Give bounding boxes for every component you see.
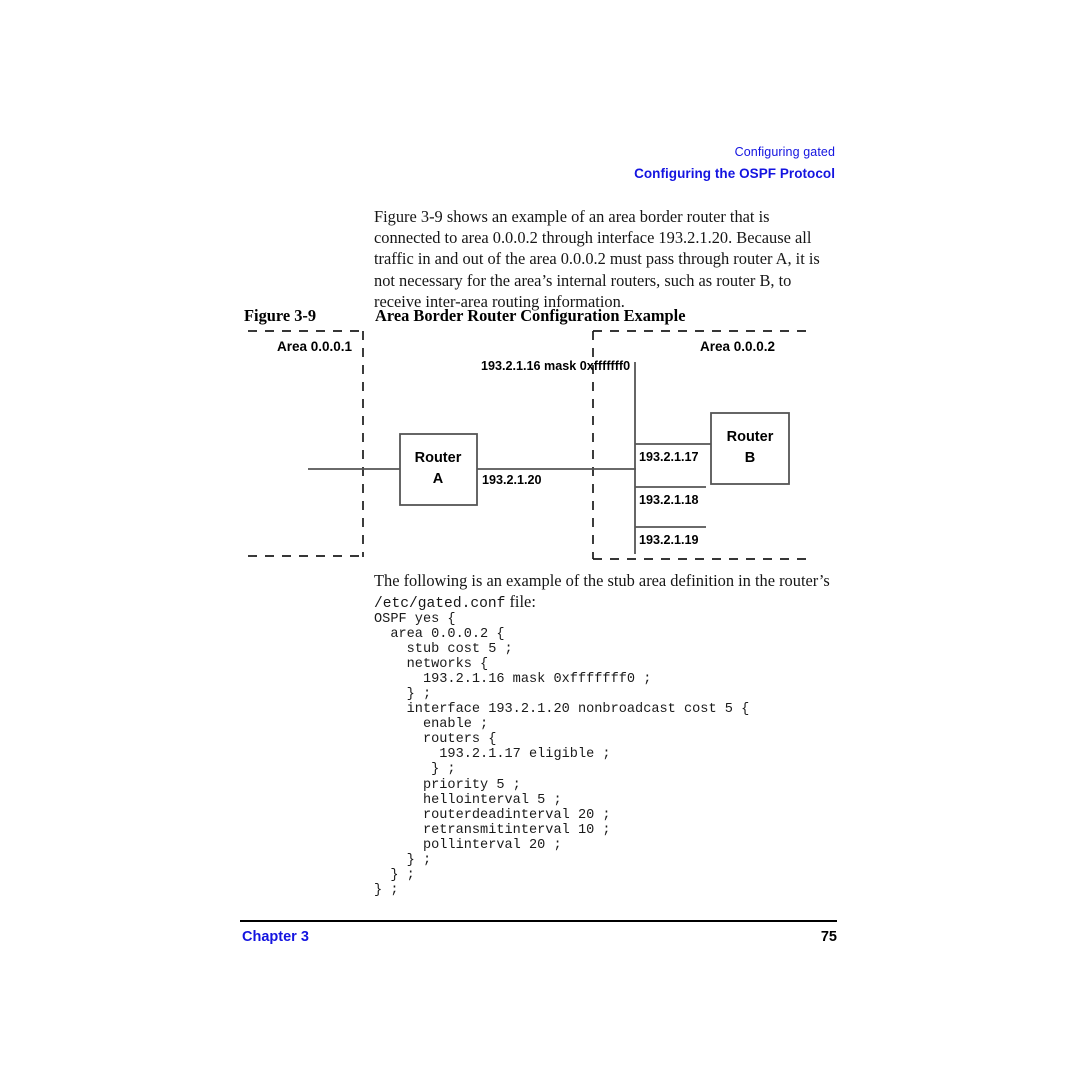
router-b-box <box>710 412 790 485</box>
stub-paragraph-text-after: file: <box>505 592 536 612</box>
interface-a-label: 193.2.1.20 <box>482 473 542 487</box>
stub-paragraph-block: The following is an example of the stub … <box>374 570 837 615</box>
intro-paragraph: Figure 3-9 shows an example of an area b… <box>374 207 820 311</box>
running-head-book-title: Configuring gated <box>734 145 835 159</box>
interface-19-label: 193.2.1.19 <box>639 533 699 547</box>
running-head-section-title: Configuring the OSPF Protocol <box>634 166 835 182</box>
footer-chapter-label: Chapter 3 <box>242 929 309 945</box>
gated-conf-filename: /etc/gated.conf <box>374 596 506 613</box>
document-page: Configuring gated Configuring the OSPF P… <box>0 0 1080 1080</box>
router-a-name: Router <box>415 450 462 466</box>
area-right-label: Area 0.0.0.2 <box>700 339 775 354</box>
area-left-boundary <box>248 330 364 557</box>
network-mask-label: 193.2.1.16 mask 0xfffffff0 <box>481 359 630 373</box>
running-head: Configuring gated Configuring the OSPF P… <box>634 144 835 184</box>
intro-paragraph-block: Figure 3-9 shows an example of an area b… <box>374 206 837 312</box>
router-a-id: A <box>433 471 444 487</box>
footer-divider <box>240 920 837 922</box>
page-footer: Chapter 3 75 <box>240 929 837 951</box>
router-b-name: Router <box>727 429 774 445</box>
interface-18-label: 193.2.1.18 <box>639 493 699 507</box>
figure-number: Figure 3-9 <box>244 306 317 325</box>
router-b-id: B <box>745 450 755 466</box>
interface-17-label: 193.2.1.17 <box>639 450 699 464</box>
stub-paragraph-text-before: The following is an example of the stub … <box>374 571 830 590</box>
area-left-label: Area 0.0.0.1 <box>277 339 353 354</box>
gated-conf-code-listing: OSPF yes { area 0.0.0.2 { stub cost 5 ; … <box>374 612 750 898</box>
footer-page-number: 75 <box>820 929 837 945</box>
stub-paragraph: The following is an example of the stub … <box>374 570 837 615</box>
router-a-box <box>399 433 478 506</box>
figure-caption: Figure 3-9 Area Border Router Configurati… <box>244 306 844 326</box>
figure-title: Area Border Router Configuration Example <box>375 306 686 325</box>
network-diagram: Area 0.0.0.1 Area 0.0.0.2 193.2.1.16 mas… <box>240 325 850 570</box>
